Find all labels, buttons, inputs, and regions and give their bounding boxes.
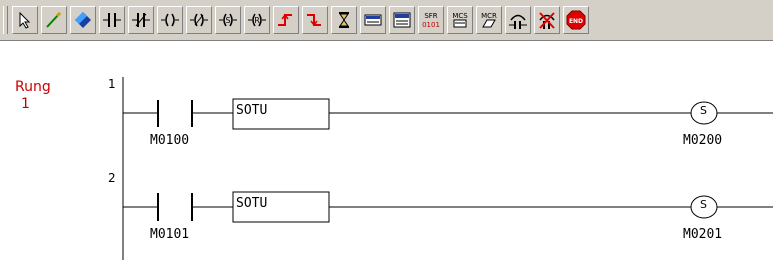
line-tool-icon[interactable]	[41, 6, 67, 34]
function-block-icon[interactable]	[360, 6, 386, 34]
coil-type-2: S	[700, 198, 707, 211]
line-number-2: 2	[108, 171, 116, 185]
block-label-2: SOTU	[236, 196, 268, 211]
mcr-icon[interactable]: MCR	[476, 6, 502, 34]
sfr-icon-label: SFR	[424, 12, 437, 20]
svg-text:R: R	[254, 16, 260, 25]
erase-tool-icon[interactable]	[70, 6, 96, 34]
contact-address-1[interactable]: M0100	[150, 133, 189, 148]
output-coil-icon[interactable]	[157, 6, 183, 34]
coil-type-1: S	[700, 104, 707, 117]
rising-edge-icon[interactable]	[273, 6, 299, 34]
toolbar-grip[interactable]	[3, 6, 8, 34]
sfr-icon-sublabel: 0101	[422, 21, 440, 29]
falling-edge-icon[interactable]	[302, 6, 328, 34]
mcr-icon-label: MCR	[481, 12, 497, 20]
end-icon[interactable]: END	[563, 6, 589, 34]
line-number-1: 1	[108, 77, 116, 91]
mcs-icon-label: MCS	[452, 12, 468, 20]
timer-hourglass-icon[interactable]	[331, 6, 357, 34]
nc-contact-icon[interactable]	[128, 6, 154, 34]
svg-text:S: S	[225, 16, 230, 25]
not-output-coil-icon[interactable]	[186, 6, 212, 34]
reset-coil-icon[interactable]: R	[244, 6, 270, 34]
sfr-icon[interactable]: SFR 0101	[418, 6, 444, 34]
contact-address-2[interactable]: M0101	[150, 227, 189, 242]
end-icon-label: END	[569, 18, 583, 25]
delete-contact-icon[interactable]	[534, 6, 560, 34]
set-coil-icon[interactable]: S	[215, 6, 241, 34]
pointer-tool-icon[interactable]	[12, 6, 38, 34]
block-label-1: SOTU	[236, 103, 268, 118]
no-contact-icon[interactable]	[99, 6, 125, 34]
mcs-icon[interactable]: MCS	[447, 6, 473, 34]
contact-insert-icon[interactable]	[505, 6, 531, 34]
rung-label: Rung	[15, 79, 51, 95]
ladder-toolbar: S R SFR 0101 MCS MCR END	[0, 0, 773, 41]
coil-address-2[interactable]: M0201	[683, 227, 722, 242]
ladder-canvas[interactable]: Rung 1 1 SOTU S M0100 M0200 2 SOTU S M01…	[0, 41, 773, 260]
ladder-diagram	[122, 77, 773, 260]
rung-number: 1	[21, 96, 30, 112]
coil-address-1[interactable]: M0200	[683, 133, 722, 148]
function-block-2-icon[interactable]	[389, 6, 415, 34]
